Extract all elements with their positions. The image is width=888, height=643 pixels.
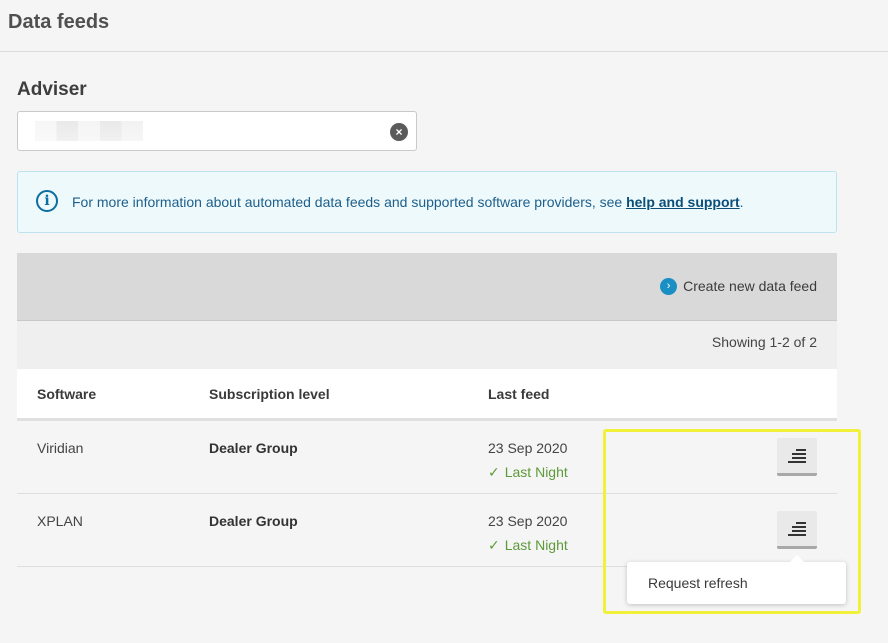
page-header: Data feeds	[0, 0, 888, 52]
check-icon: ✓	[488, 537, 500, 553]
create-new-data-feed-button[interactable]: › Create new data feed	[660, 277, 817, 295]
results-count-bar: Showing 1-2 of 2	[17, 321, 837, 369]
table-toolbar: › Create new data feed	[17, 253, 837, 321]
column-header-subscription-level: Subscription level	[209, 386, 330, 402]
create-new-data-feed-label: Create new data feed	[683, 278, 817, 294]
help-and-support-link[interactable]: help and support	[626, 194, 740, 210]
software-cell: XPLAN	[37, 513, 83, 529]
last-feed-status: ✓ Last Night	[488, 464, 568, 481]
subscription-cell: Dealer Group	[209, 513, 298, 529]
info-suffix: .	[739, 194, 744, 210]
software-cell: Viridian	[37, 440, 84, 456]
last-feed-date: 23 Sep 2020	[488, 513, 568, 529]
info-banner: i For more information about automated d…	[17, 171, 837, 233]
last-feed-date: 23 Sep 2020	[488, 440, 568, 456]
last-feed-status-label: Last Night	[504, 464, 568, 480]
check-icon: ✓	[488, 464, 500, 480]
column-header-last-feed: Last feed	[488, 386, 550, 402]
column-header-software: Software	[37, 386, 97, 402]
chevron-right-circle-icon: ›	[660, 277, 678, 295]
adviser-field[interactable]: ×	[17, 111, 417, 151]
redacted-value	[35, 121, 143, 141]
last-feed-status: ✓ Last Night	[488, 537, 568, 554]
table-header: Software Subscription level Last feed	[17, 369, 837, 421]
last-feed-status-label: Last Night	[504, 537, 568, 553]
info-text: For more information about automated dat…	[72, 194, 744, 210]
adviser-label: Adviser	[17, 79, 87, 100]
highlight-annotation	[603, 429, 861, 614]
results-count: Showing 1-2 of 2	[711, 334, 817, 350]
close-circle-icon[interactable]: ×	[390, 123, 408, 141]
info-icon: i	[36, 190, 58, 212]
info-message: For more information about automated dat…	[72, 194, 627, 210]
page-title: Data feeds	[8, 11, 110, 33]
subscription-cell: Dealer Group	[209, 440, 298, 456]
